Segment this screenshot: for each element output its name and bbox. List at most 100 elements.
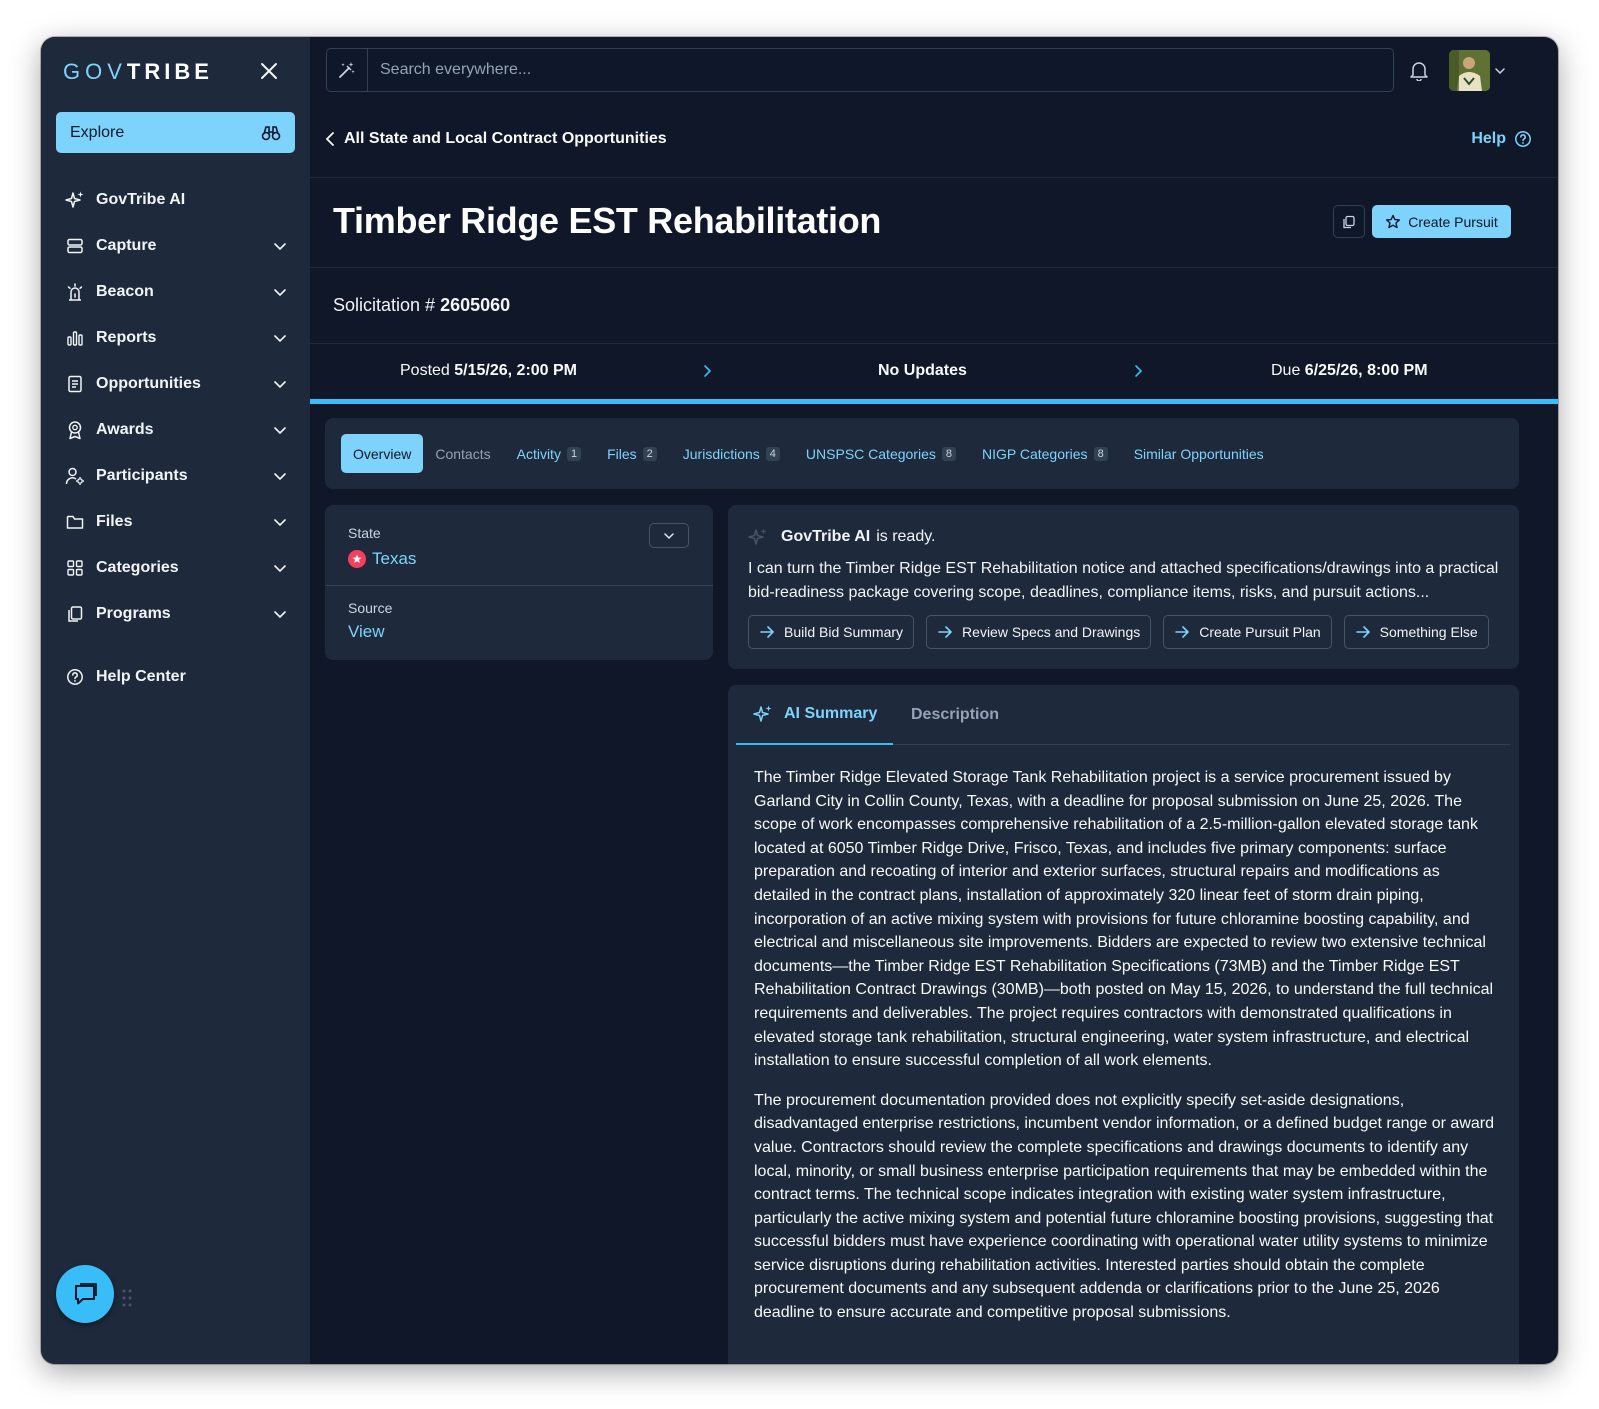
breadcrumb-row: All State and Local Contract Opportuniti… [310,103,1558,178]
summary-card: AI Summary Description The Timber Ridge … [728,685,1519,1364]
sidebar-item-beacon[interactable]: Beacon [41,269,310,315]
sidebar-item-label: Categories [96,559,179,576]
posted-date: Posted 5/15/26, 2:00 PM [400,362,577,380]
state-value: Texas [372,549,417,568]
sidebar-item-participants[interactable]: Participants [41,453,310,499]
chip-label: Something Else [1379,624,1478,640]
chevron-down-icon [274,381,286,389]
sidebar-item-govtribe-ai[interactable]: GovTribe AI [41,177,310,223]
close-sidebar-button[interactable] [257,59,281,83]
tab-contacts[interactable]: Contacts [423,434,502,473]
arrow-right-icon [760,626,774,638]
solicitation-row: Solicitation # 2605060 [310,268,1558,344]
sidebar-item-label: Reports [96,329,157,346]
app-window: GOVTRIBE Explore GovTribe AI Capture Bea… [41,37,1558,1364]
question-circle-icon [1515,131,1531,147]
updates-status: No Updates [878,362,967,380]
tab-label: Contacts [435,445,491,462]
tab-activity[interactable]: Activity 1 [505,434,593,473]
sidebar-item-label: Awards [96,421,154,438]
help-center-section: Help Center [41,654,310,700]
state-expand-button[interactable] [649,523,689,548]
tab-nigp-categories[interactable]: NIGP Categories 8 [970,434,1120,473]
tab-label: AI Summary [784,705,878,722]
state-label: State [348,525,381,541]
chip-label: Build Bid Summary [784,624,904,640]
chevron-left-icon [325,132,334,146]
sidebar-item-awards[interactable]: Awards [41,407,310,453]
chat-button[interactable] [56,1265,114,1323]
ai-search-toggle[interactable] [327,49,368,91]
logo-light-text: GOV [63,59,127,84]
sparkles-icon [748,528,767,545]
chevron-down-icon [274,473,286,481]
sidebar-item-reports[interactable]: Reports [41,315,310,361]
create-pursuit-button[interactable]: Create Pursuit [1372,205,1511,238]
ai-status: is ready. [876,528,936,545]
explore-button[interactable]: Explore [56,112,295,153]
tab-unspsc-categories[interactable]: UNSPSC Categories 8 [794,434,968,473]
arrow-right-icon [1355,626,1370,638]
timeline-progress-bar [310,399,1558,404]
drag-handle-icon[interactable] [120,1287,134,1309]
due-value: 6/25/26, 8:00 PM [1304,362,1428,379]
avatar[interactable] [1449,50,1490,91]
solicitation-value: 2605060 [440,295,511,315]
tab-similar-opportunities[interactable]: Similar Opportunities [1122,434,1276,473]
search-bar [326,48,1394,92]
govtribe-logo[interactable]: GOVTRIBE [63,59,213,85]
copy-icon [1343,215,1355,228]
sidebar-item-programs[interactable]: Programs [41,591,310,637]
source-label: Source [348,600,393,616]
tab-description[interactable]: Description [911,685,999,745]
posted-value: 5/15/26, 2:00 PM [454,362,578,379]
copy-link-button[interactable] [1333,205,1365,238]
tab-jurisdictions[interactable]: Jurisdictions 4 [671,434,792,473]
chevron-down-icon [274,427,286,435]
copy-icon [65,604,85,624]
posted-prefix: Posted [400,362,455,379]
folder-icon [65,512,85,532]
review-specs-button[interactable]: Review Specs and Drawings [926,615,1152,649]
sidebar-item-categories[interactable]: Categories [41,545,310,591]
chevron-down-icon[interactable] [1494,65,1506,77]
bell-icon[interactable] [1408,59,1430,81]
tab-label: Files [607,445,637,462]
explore-label: Explore [70,123,125,141]
tab-overview[interactable]: Overview [341,434,424,473]
chevron-down-icon [274,611,286,619]
tab-count-badge: 8 [1093,446,1108,461]
logo-bold-text: TRIBE [126,59,213,84]
help-label: Help [1471,130,1506,147]
chip-label: Create Pursuit Plan [1199,624,1321,640]
due-date: Due 6/25/26, 8:00 PM [1271,362,1428,380]
sidebar-item-files[interactable]: Files [41,499,310,545]
chevron-right-icon [704,365,712,377]
sidebar-item-opportunities[interactable]: Opportunities [41,361,310,407]
build-bid-summary-button[interactable]: Build Bid Summary [748,615,915,649]
tab-count-badge: 2 [642,446,657,461]
sidebar-item-capture[interactable]: Capture [41,223,310,269]
tab-ai-summary[interactable]: AI Summary [736,685,893,745]
ai-ready-text: I can turn the Timber Ridge EST Rehabili… [748,560,1499,601]
create-pursuit-plan-button[interactable]: Create Pursuit Plan [1163,615,1332,649]
sidebar-item-help-center[interactable]: Help Center [41,654,310,700]
something-else-button[interactable]: Something Else [1343,615,1489,649]
sparkles-icon [753,705,772,722]
sidebar-item-label: Capture [96,237,157,254]
summary-paragraph: The Timber Ridge Elevated Storage Tank R… [754,769,1494,1070]
chevron-right-icon [1135,365,1143,377]
back-to-list-link[interactable]: All State and Local Contract Opportuniti… [324,130,667,148]
due-prefix: Due [1271,362,1305,379]
sidebar-item-label: Programs [96,605,171,622]
state-section: State Texas [325,505,713,586]
grid-icon [65,558,85,578]
help-link[interactable]: Help [1471,130,1532,148]
beacon-icon [65,282,85,302]
source-link[interactable]: View [348,622,385,642]
state-link[interactable]: Texas [348,549,416,569]
chat-icon [75,1283,97,1305]
search-input[interactable] [368,61,1393,79]
tab-label: Jurisdictions [682,445,760,462]
tab-files[interactable]: Files 2 [595,434,669,473]
